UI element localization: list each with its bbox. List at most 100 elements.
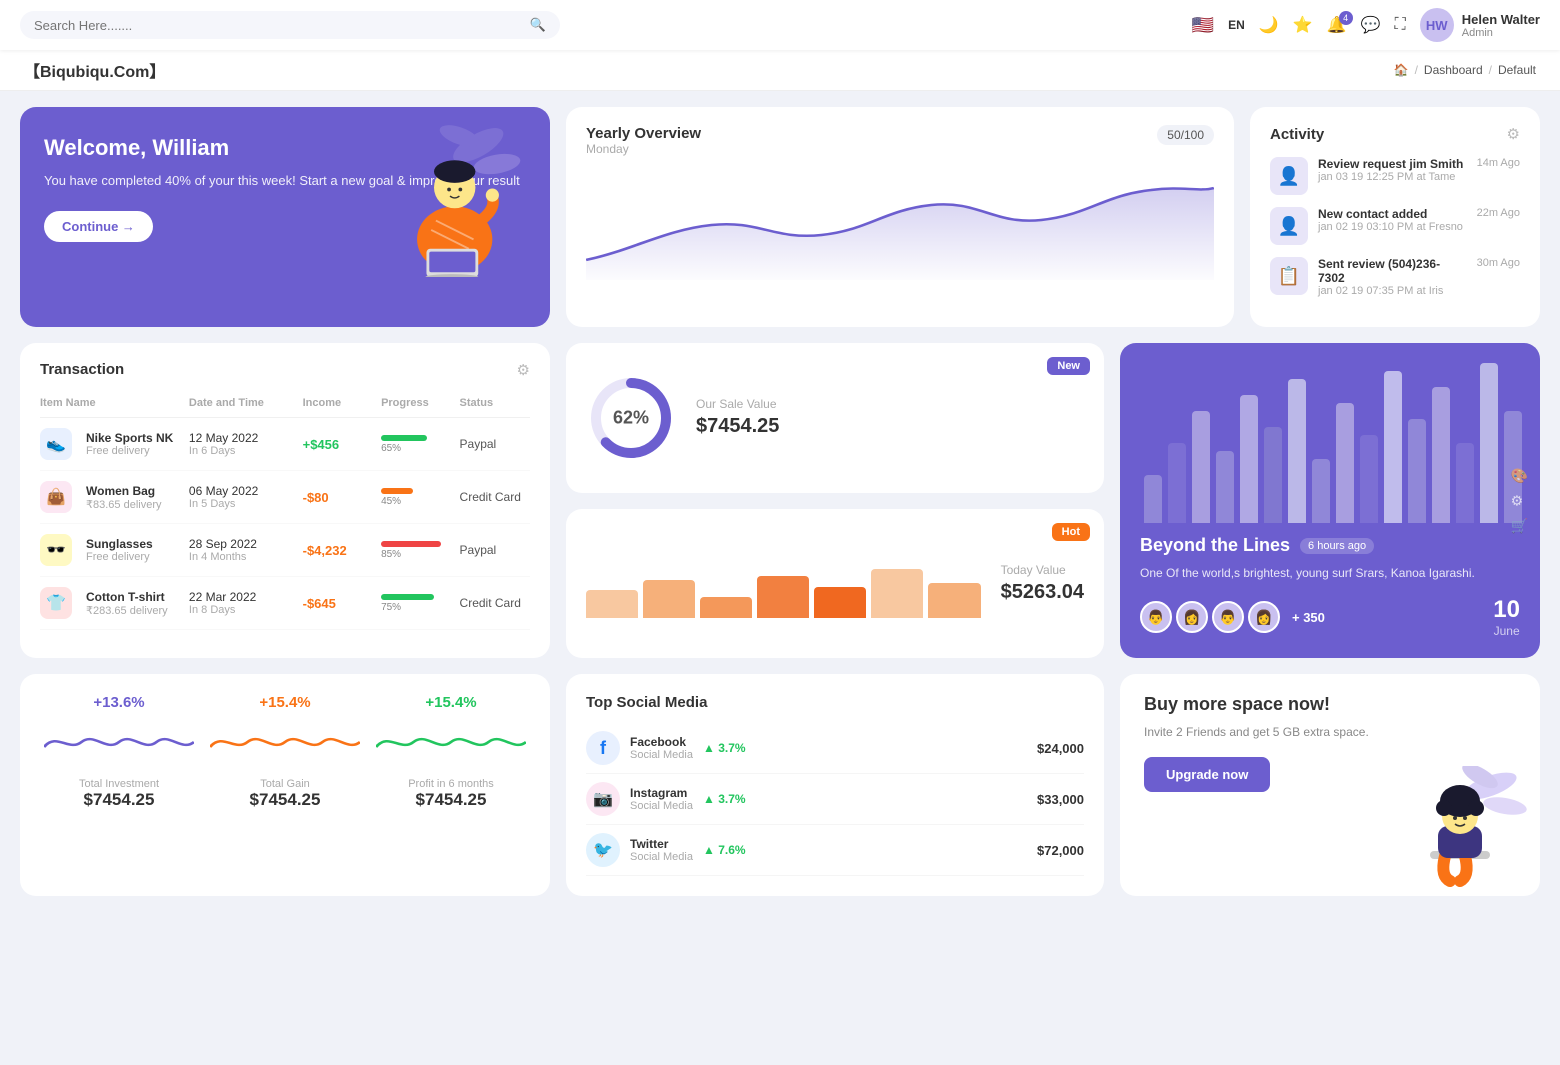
user-info[interactable]: HW Helen Walter Admin <box>1420 8 1540 42</box>
space-desc: Invite 2 Friends and get 5 GB extra spac… <box>1144 723 1516 741</box>
beyond-bar <box>1480 363 1498 523</box>
yearly-title: Yearly Overview <box>586 125 701 142</box>
social-name: Facebook <box>630 735 693 749</box>
income-value: -$645 <box>303 596 373 611</box>
home-icon[interactable]: 🏠 <box>1394 63 1409 77</box>
search-bar[interactable]: 🔍 <box>20 11 560 39</box>
sale-value: $7454.25 <box>696 415 779 438</box>
beyond-icon-1[interactable]: 🎨 <box>1511 467 1528 484</box>
date-sub: In 5 Days <box>189 498 295 510</box>
beyond-bar <box>1264 427 1282 523</box>
new-badge: New <box>1047 357 1090 375</box>
activity-item-title: New contact added <box>1318 207 1463 221</box>
stat-item: +15.4% Total Gain $7454.25 <box>210 694 360 876</box>
social-sub: Social Media <box>630 749 693 761</box>
breadcrumb: 🏠 / Dashboard / Default <box>1394 63 1536 77</box>
transaction-title: Transaction <box>40 361 124 378</box>
bell-icon[interactable]: 🔔 4 <box>1327 15 1347 35</box>
social-pct: ▲ 7.6% <box>703 843 746 857</box>
beyond-date-num: 10 <box>1493 596 1520 624</box>
beyond-desc: One Of the world,s brightest, young surf… <box>1140 564 1520 582</box>
date-sub: In 4 Months <box>189 551 295 563</box>
continue-button[interactable]: Continue → <box>44 211 153 242</box>
beyond-bar <box>1168 443 1186 523</box>
social-row: 📷 Instagram Social Media ▲ 3.7% $33,000 <box>586 774 1084 825</box>
activity-gear-icon[interactable]: ⚙ <box>1507 125 1520 143</box>
social-icon: 📷 <box>586 782 620 816</box>
beyond-bar <box>1336 403 1354 523</box>
chat-icon[interactable]: 💬 <box>1361 15 1381 35</box>
upgrade-button[interactable]: Upgrade now <box>1144 757 1270 792</box>
transaction-gear-icon[interactable]: ⚙ <box>517 361 530 379</box>
progress-label: 65% <box>381 443 451 454</box>
item-name: Nike Sports NK <box>86 431 173 445</box>
status-text: Credit Card <box>460 490 530 504</box>
progress-label: 85% <box>381 549 451 560</box>
beyond-icon-3[interactable]: 🛒 <box>1511 517 1528 534</box>
date-main: 06 May 2022 <box>189 484 295 498</box>
activity-thumb: 📋 <box>1270 257 1308 295</box>
social-icon: f <box>586 731 620 765</box>
today-bar <box>814 587 866 619</box>
today-bar <box>586 590 638 618</box>
stat-value: $7454.25 <box>44 790 194 810</box>
sale-card: New 62% Our Sale Value $7454.25 <box>566 343 1104 493</box>
beyond-title: Beyond the Lines <box>1140 535 1290 556</box>
social-name: Twitter <box>630 837 693 851</box>
avatar-2: 👩 <box>1176 601 1208 633</box>
today-bar <box>928 583 980 618</box>
date-main: 22 Mar 2022 <box>189 590 295 604</box>
stat-label: Total Investment <box>44 778 194 790</box>
item-icon: 👕 <box>40 587 72 619</box>
stats-card: +13.6% Total Investment $7454.25 +15.4% … <box>20 674 550 896</box>
beyond-bar-chart <box>1140 363 1520 523</box>
beyond-bar <box>1384 371 1402 523</box>
username: Helen Walter <box>1462 12 1540 27</box>
plus-count: + 350 <box>1292 610 1325 625</box>
transaction-rows: 👟 Nike Sports NK Free delivery 12 May 20… <box>40 418 530 630</box>
date-main: 12 May 2022 <box>189 431 295 445</box>
space-title: Buy more space now! <box>1144 694 1516 715</box>
expand-icon[interactable]: ⛶ <box>1395 16 1406 34</box>
table-row: 👕 Cotton T-shirt ₹283.65 delivery 22 Mar… <box>40 577 530 630</box>
welcome-card: Welcome, William You have completed 40% … <box>20 107 550 327</box>
brand-title: 【Biqubiqu.Com】 <box>24 58 165 82</box>
social-row: 🐦 Twitter Social Media ▲ 7.6% $72,000 <box>586 825 1084 876</box>
activity-item: 👤 Review request jim Smith jan 03 19 12:… <box>1270 157 1520 195</box>
activity-text: Review request jim Smith jan 03 19 12:25… <box>1318 157 1463 183</box>
social-pct: ▲ 3.7% <box>703 741 746 755</box>
beyond-icon-2[interactable]: ⚙ <box>1511 492 1528 509</box>
search-icon: 🔍 <box>530 17 546 33</box>
progress-bar <box>381 488 413 494</box>
flag-icon[interactable]: 🇺🇸 <box>1192 15 1214 36</box>
avatar-4: 👩 <box>1248 601 1280 633</box>
activity-item-subtitle: jan 02 19 07:35 PM at Iris <box>1318 285 1467 297</box>
yearly-badge: 50/100 <box>1157 125 1214 145</box>
beyond-bar <box>1432 387 1450 523</box>
breadcrumb-dashboard[interactable]: Dashboard <box>1424 63 1483 77</box>
stat-pct: +15.4% <box>376 694 526 711</box>
activity-card: Activity ⚙ 👤 Review request jim Smith ja… <box>1250 107 1540 327</box>
table-row: 👟 Nike Sports NK Free delivery 12 May 20… <box>40 418 530 471</box>
th-income: Income <box>303 397 373 409</box>
welcome-figure <box>370 117 530 277</box>
item-sub: ₹283.65 delivery <box>86 604 168 617</box>
col-center: New 62% Our Sale Value $7454.25 Hot <box>566 343 1104 658</box>
beyond-header: Beyond the Lines 6 hours ago <box>1140 535 1520 556</box>
progress-label: 45% <box>381 496 451 507</box>
breadcrumb-bar: 【Biqubiqu.Com】 🏠 / Dashboard / Default <box>0 50 1560 91</box>
star-icon[interactable]: ⭐ <box>1293 15 1313 35</box>
beyond-bar <box>1408 419 1426 523</box>
user-role: Admin <box>1462 27 1540 39</box>
social-amount: $33,000 <box>1037 792 1084 807</box>
search-input[interactable] <box>34 18 522 33</box>
activity-item-subtitle: jan 02 19 03:10 PM at Fresno <box>1318 221 1463 233</box>
activity-thumb: 👤 <box>1270 207 1308 245</box>
th-date: Date and Time <box>189 397 295 409</box>
moon-icon[interactable]: 🌙 <box>1259 15 1279 35</box>
beyond-bar <box>1144 475 1162 523</box>
stat-value: $7454.25 <box>210 790 360 810</box>
item-icon: 🕶️ <box>40 534 72 566</box>
lang-label[interactable]: EN <box>1228 18 1245 32</box>
space-card: Buy more space now! Invite 2 Friends and… <box>1120 674 1540 896</box>
